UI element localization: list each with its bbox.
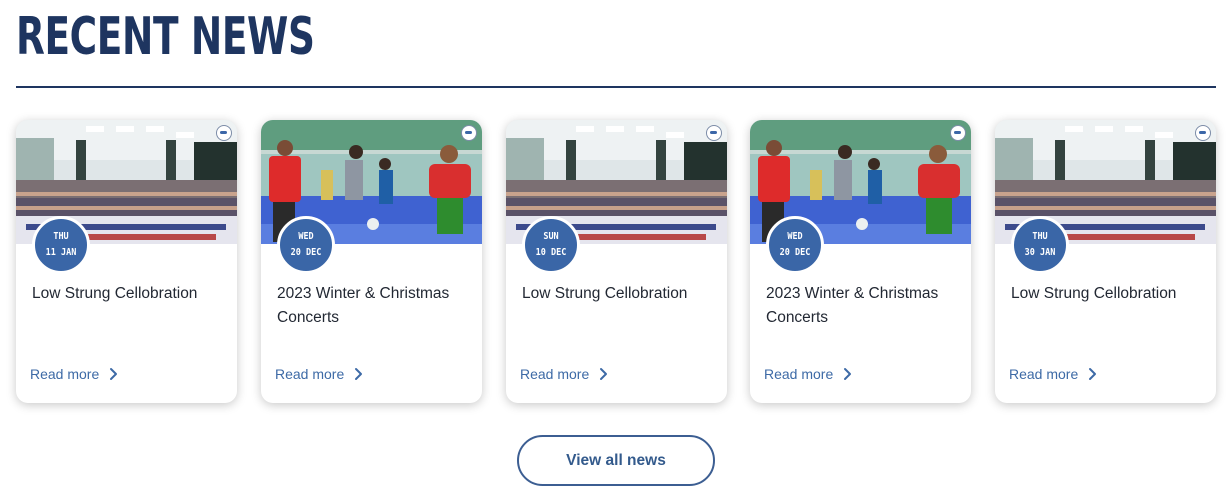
date-badge: THU 30 JAN [1011,216,1069,274]
date-date: 11 JAN [45,247,77,258]
read-more-label: Read more [275,366,345,382]
news-card[interactable]: THU 30 JAN Low Strung Cellobration Read … [995,120,1216,403]
school-logo-icon [950,125,966,141]
news-title[interactable]: 2023 Winter & Christmas Concerts [766,282,961,330]
read-more-link[interactable]: Read more [520,364,610,384]
chevron-right-icon [110,368,118,380]
date-day: WED [787,231,803,242]
date-date: 10 DEC [535,247,567,258]
news-title[interactable]: Low Strung Cellobration [1011,282,1206,306]
school-logo-icon [461,125,477,141]
date-date: 20 DEC [290,247,322,258]
date-badge: SUN 10 DEC [522,216,580,274]
news-card[interactable]: WED 20 DEC 2023 Winter & Christmas Conce… [750,120,971,403]
date-date: 20 DEC [779,247,811,258]
read-more-label: Read more [1009,366,1079,382]
date-day: THU [1032,231,1048,242]
read-more-link[interactable]: Read more [30,364,120,384]
school-logo-icon [1195,125,1211,141]
news-title[interactable]: Low Strung Cellobration [522,282,717,306]
news-title[interactable]: Low Strung Cellobration [32,282,227,306]
date-badge: WED 20 DEC [277,216,335,274]
read-more-link[interactable]: Read more [275,364,365,384]
section-divider [16,86,1216,88]
date-date: 30 JAN [1024,247,1056,258]
date-day: THU [53,231,69,242]
read-more-label: Read more [764,366,834,382]
chevron-right-icon [600,368,608,380]
read-more-link[interactable]: Read more [1009,364,1099,384]
news-card[interactable]: WED 20 DEC 2023 Winter & Christmas Conce… [261,120,482,403]
read-more-label: Read more [30,366,100,382]
news-card[interactable]: THU 11 JAN Low Strung Cellobration Read … [16,120,237,403]
section-title: RECENT NEWS [16,7,315,67]
view-all-news-button[interactable]: View all news [517,435,715,486]
date-day: SUN [543,231,559,242]
school-logo-icon [216,125,232,141]
date-day: WED [298,231,314,242]
date-badge: WED 20 DEC [766,216,824,274]
chevron-right-icon [355,368,363,380]
chevron-right-icon [844,368,852,380]
chevron-right-icon [1089,368,1097,380]
news-card[interactable]: SUN 10 DEC Low Strung Cellobration Read … [506,120,727,403]
read-more-label: Read more [520,366,590,382]
news-card-list: THU 11 JAN Low Strung Cellobration Read … [16,120,1216,403]
school-logo-icon [706,125,722,141]
news-title[interactable]: 2023 Winter & Christmas Concerts [277,282,472,330]
date-badge: THU 11 JAN [32,216,90,274]
read-more-link[interactable]: Read more [764,364,854,384]
